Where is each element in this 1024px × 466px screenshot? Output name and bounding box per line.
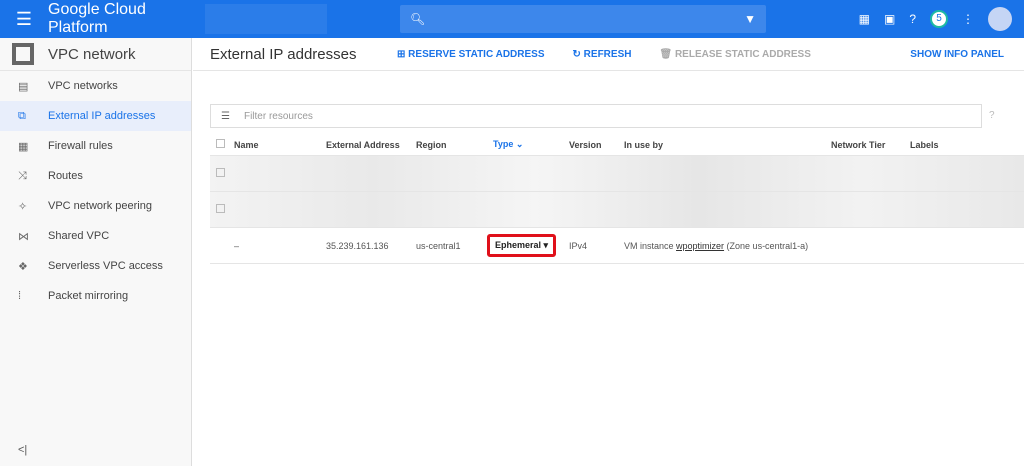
column-header: Version	[569, 139, 602, 150]
sidebar-item-icon: ⋈	[18, 230, 29, 243]
dropdown-icon[interactable]: ▼	[744, 12, 756, 26]
sidebar-item-vpc-network-peering[interactable]: ✧ VPC network peering	[0, 191, 191, 221]
ip-table: Name External Address Region Type ⌄ Version I…	[210, 134, 1024, 264]
sidebar-item-label: Serverless VPC access	[48, 260, 163, 272]
sidebar-item-shared-vpc[interactable]: ⋈ Shared VPC	[0, 221, 191, 251]
column-header: In use by	[624, 139, 664, 150]
sidebar-item-packet-mirroring[interactable]: ⁞ Packet mirroring	[0, 281, 191, 311]
filter-icon: ☰	[221, 110, 230, 122]
sidebar-item-label: VPC network peering	[48, 200, 152, 212]
page-title: External IP addresses	[210, 45, 357, 63]
sidebar-item-icon: ⁞	[18, 290, 22, 302]
sidebar-item-icon: ✧	[18, 200, 28, 213]
column-header: External Address	[326, 139, 400, 150]
row-checkbox[interactable]	[216, 168, 225, 177]
filter-placeholder: Filter resources	[243, 110, 313, 122]
table-header: Name External Address Region Type ⌄ Version I…	[210, 134, 1024, 156]
cloud-shell-icon[interactable]: ▣	[884, 12, 895, 26]
more-icon[interactable]: ⋮	[962, 12, 974, 26]
hamburger-menu-icon[interactable]: ☰	[0, 9, 48, 30]
row-checkbox[interactable]	[216, 204, 225, 213]
table-row	[210, 192, 1024, 228]
filter-input[interactable]: ☰ Filter resources	[210, 104, 982, 128]
refresh-label: REFRESH	[583, 48, 632, 60]
sidebar-item-icon: ⤨	[18, 169, 27, 182]
sidebar-item-icon: ▦	[18, 140, 29, 153]
column-header: Region	[416, 139, 447, 150]
release-label: RELEASE STATIC ADDRESS	[674, 48, 811, 60]
table-row	[210, 156, 1024, 192]
sidebar-item-icon: ▤	[18, 80, 29, 93]
instance-link[interactable]: wpoptimizer	[676, 241, 724, 251]
sidebar-item-label: VPC networks	[48, 80, 118, 92]
in-use-prefix: VM instance	[624, 240, 677, 251]
name-cell: –	[234, 240, 240, 251]
column-header[interactable]: Type ⌄	[493, 139, 569, 150]
version-cell: IPv4	[569, 240, 588, 251]
type-value: Ephemeral	[495, 240, 542, 250]
release-static-address-button[interactable]: 🗑︎ RELEASE STATIC ADDRESS	[659, 49, 810, 60]
main: External IP addresses ⊞ RESERVE STATIC A…	[193, 38, 1024, 466]
collapse-sidebar-icon[interactable]: <|	[18, 444, 27, 456]
column-header: Name	[234, 139, 259, 150]
help-icon[interactable]: ?	[989, 110, 995, 121]
help-icon[interactable]: ?	[909, 12, 916, 26]
notifications-badge[interactable]: 5	[930, 10, 948, 28]
region-cell: us-central1	[416, 240, 461, 251]
column-header: Network Tier	[831, 139, 886, 150]
sidebar-item-firewall-rules[interactable]: ▦ Firewall rules	[0, 131, 191, 161]
sidebar: VPC network ▤ VPC networks ⧉ External IP ad…	[0, 38, 192, 466]
search-icon: 🔍︎	[410, 12, 426, 26]
table-row: – 35.239.161.136 us-central1 Ephemeral ▾…	[210, 228, 1024, 264]
address-cell: 35.239.161.136	[326, 240, 389, 251]
project-selector[interactable]	[205, 4, 327, 34]
show-info-panel-button[interactable]: SHOW INFO PANEL	[910, 49, 1004, 60]
sidebar-title: VPC network	[48, 45, 136, 63]
reserve-label: RESERVE STATIC ADDRESS	[408, 48, 545, 60]
column-header: Labels	[910, 139, 939, 150]
sidebar-item-serverless-vpc-access[interactable]: ❖ Serverless VPC access	[0, 251, 191, 281]
type-dropdown[interactable]: Ephemeral ▾	[487, 234, 557, 257]
top-bar: ☰ Google Cloud Platform 🔍︎ ▼ ▦ ▣ ? 5 ⋮	[0, 0, 1024, 38]
sidebar-item-label: Packet mirroring	[48, 290, 129, 302]
avatar[interactable]	[988, 7, 1012, 31]
sidebar-item-icon: ❖	[18, 260, 28, 273]
select-all-checkbox[interactable]	[216, 139, 225, 148]
sidebar-item-icon: ⧉	[18, 109, 26, 122]
sidebar-item-label: External IP addresses	[48, 110, 156, 122]
sidebar-item-label: Firewall rules	[48, 140, 113, 152]
in-use-by-cell: VM instance wpoptimizer (Zone us-central…	[624, 240, 819, 252]
sidebar-item-label: Routes	[48, 170, 83, 182]
sidebar-item-label: Shared VPC	[48, 230, 110, 242]
sidebar-item-vpc-networks[interactable]: ▤ VPC networks	[0, 71, 191, 101]
reserve-static-address-button[interactable]: ⊞ RESERVE STATIC ADDRESS	[397, 49, 545, 60]
sidebar-header: VPC network	[0, 38, 191, 71]
sidebar-item-external-ip-addresses[interactable]: ⧉ External IP addresses	[0, 101, 191, 131]
brand[interactable]: Google Cloud Platform	[48, 1, 205, 37]
sidebar-item-routes[interactable]: ⤨ Routes	[0, 161, 191, 191]
gift-icon[interactable]: ▦	[859, 12, 870, 26]
search-bar[interactable]: 🔍︎ ▼	[400, 5, 766, 33]
in-use-suffix: (Zone us-central1-a)	[724, 240, 809, 251]
refresh-button[interactable]: ↻ REFRESH	[573, 49, 632, 60]
vpc-network-icon	[12, 43, 34, 65]
